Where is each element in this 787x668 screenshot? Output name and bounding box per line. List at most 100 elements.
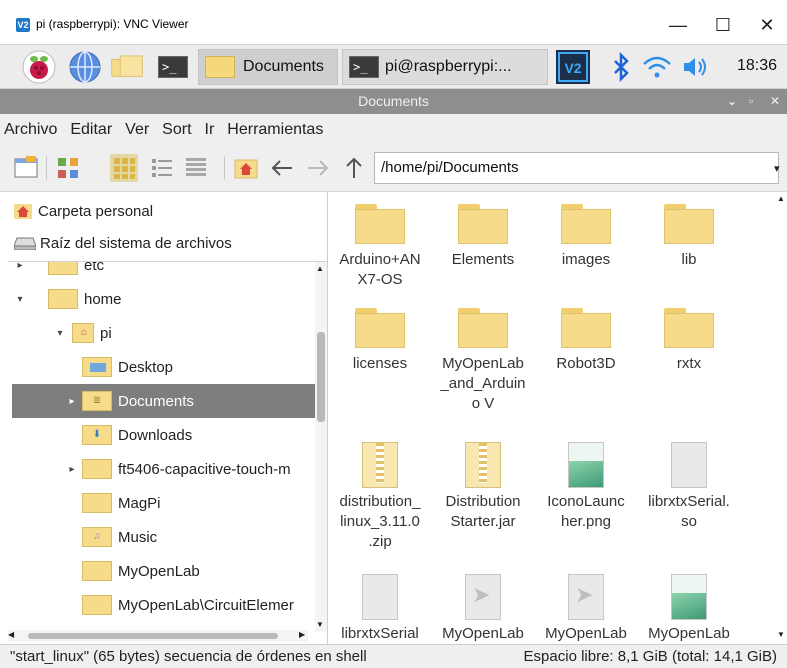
- back-arrow-icon[interactable]: [268, 154, 296, 182]
- folder-icon: [82, 459, 112, 479]
- new-window-icon[interactable]: [12, 154, 40, 182]
- folder-item[interactable]: Arduino+AN X7-OS: [330, 192, 430, 290]
- path-input[interactable]: /home/pi/Documents: [374, 152, 779, 184]
- tree-item-ft5406[interactable]: ▸ ft5406-capacitive-touch-m: [12, 452, 315, 486]
- tree-item-home[interactable]: ▾ home: [12, 282, 315, 316]
- file-item[interactable]: ➤ MyOpenLab: [536, 568, 636, 644]
- menu-sort[interactable]: Sort: [162, 121, 191, 139]
- file-item[interactable]: librxtxSerial. so: [639, 436, 739, 532]
- scroll-right-icon[interactable]: ▶: [299, 630, 305, 639]
- task-button-documents[interactable]: Documents: [198, 49, 338, 85]
- drive-icon: [14, 237, 36, 250]
- place-home[interactable]: Carpeta personal: [14, 198, 153, 224]
- maximize-button[interactable]: ☐: [703, 10, 743, 40]
- folder-icon: [664, 308, 714, 348]
- clock[interactable]: 18:36: [737, 57, 777, 75]
- file-item[interactable]: distribution_ linux_3.11.0 .zip: [330, 436, 430, 552]
- scroll-down-icon[interactable]: ▼: [777, 630, 785, 639]
- folder-item[interactable]: Robot3D: [536, 296, 636, 374]
- tree-horizontal-scrollbar[interactable]: ◀ ▶: [8, 630, 308, 642]
- view-compact-icon[interactable]: [148, 154, 176, 182]
- folder-item[interactable]: rxtx: [639, 296, 739, 374]
- window-title: pi (raspberrypi): VNC Viewer: [36, 17, 189, 31]
- volume-icon[interactable]: [678, 50, 712, 84]
- terminal-launcher-icon[interactable]: >_: [158, 56, 188, 78]
- file-manager-launcher-icon[interactable]: [110, 50, 144, 84]
- file-item[interactable]: MyOpenLab: [639, 568, 739, 644]
- file-item[interactable]: IconoLaunc her.png: [536, 436, 636, 532]
- tree-item-downloads[interactable]: ⬇ Downloads: [12, 418, 315, 452]
- menu-editar[interactable]: Editar: [70, 121, 112, 139]
- item-label-line: librxtxSerial: [341, 625, 419, 642]
- place-root[interactable]: Raíz del sistema de archivos: [14, 230, 232, 256]
- tree-item-myopenlab-circuitelements[interactable]: MyOpenLab\CircuitElemer: [12, 588, 315, 622]
- expander-icon[interactable]: ▾: [12, 294, 28, 305]
- path-dropdown-icon[interactable]: ▾: [774, 162, 780, 175]
- tree-vertical-scrollbar[interactable]: ▲ ▼: [315, 262, 327, 632]
- close-button[interactable]: ✕: [747, 10, 787, 40]
- tree-item-myopenlab[interactable]: MyOpenLab: [12, 554, 315, 588]
- folder-item[interactable]: lib: [639, 192, 739, 270]
- scroll-left-icon[interactable]: ◀: [8, 630, 14, 639]
- item-label-line: her.png: [560, 513, 612, 530]
- side-pane: Carpeta personal Raíz del sistema de arc…: [0, 192, 328, 644]
- folder-item[interactable]: Elements: [433, 192, 533, 270]
- folder-item[interactable]: licenses: [330, 296, 430, 374]
- tree-item-pi[interactable]: ▾ ⌂ pi: [12, 316, 315, 350]
- folder-item[interactable]: MyOpenLab _and_Arduin o V: [433, 296, 533, 414]
- scroll-down-icon[interactable]: ▼: [316, 620, 324, 629]
- file-item[interactable]: librxtxSerial: [330, 568, 430, 644]
- maximize-icon[interactable]: ▫: [749, 89, 753, 114]
- tree-item-etc[interactable]: ▸ etc: [12, 262, 315, 282]
- file-view-scrollbar[interactable]: ▲ ▼: [777, 192, 787, 644]
- expander-icon[interactable]: ▸: [64, 464, 80, 475]
- free-space-status: Espacio libre: 8,1 GiB (total: 14,1 GiB): [523, 648, 777, 665]
- view-thumbnails-icon[interactable]: [110, 154, 138, 182]
- expander-icon[interactable]: ▾: [52, 328, 68, 339]
- expander-icon[interactable]: ▸: [12, 262, 28, 271]
- task-button-terminal[interactable]: >_ pi@raspberrypi:...: [342, 49, 548, 85]
- minimize-button[interactable]: —: [658, 10, 698, 40]
- scroll-up-icon[interactable]: ▲: [316, 264, 324, 273]
- item-label-line: Robot3D: [556, 355, 616, 372]
- item-label-line: licenses: [352, 355, 408, 372]
- tree-item-music[interactable]: ♫ Music: [12, 520, 315, 554]
- archive-file-icon: [362, 442, 398, 488]
- tree-item-magpi[interactable]: MagPi: [12, 486, 315, 520]
- home-folder-icon: ⌂: [72, 323, 94, 343]
- folder-item[interactable]: images: [536, 192, 636, 270]
- scroll-up-icon[interactable]: ▲: [777, 194, 785, 203]
- menu-ver[interactable]: Ver: [125, 121, 149, 139]
- wifi-icon[interactable]: [640, 50, 674, 84]
- item-label-line: librxtxSerial.: [648, 493, 730, 510]
- menu-herramientas[interactable]: Herramientas: [227, 121, 323, 139]
- directory-tree: ▸ etc ▾ home ▾ ⌂ pi Desktop ▸ ≣ Document…: [12, 262, 315, 632]
- view-list-icon[interactable]: [182, 154, 210, 182]
- tree-item-label: Downloads: [118, 426, 193, 444]
- vnc-icon[interactable]: V2: [555, 49, 591, 85]
- tree-item-label: ft5406-capacitive-touch-m: [118, 460, 291, 478]
- file-item[interactable]: ➤ MyOpenLab: [433, 568, 533, 644]
- forward-arrow-icon[interactable]: [304, 154, 332, 182]
- view-icons-icon[interactable]: [54, 154, 82, 182]
- item-label-line: MyOpenLab: [648, 625, 730, 642]
- tree-item-documents[interactable]: ▸ ≣ Documents: [12, 384, 315, 418]
- expander-icon[interactable]: ▸: [64, 396, 80, 407]
- close-icon[interactable]: ✕: [770, 89, 780, 114]
- menu-ir[interactable]: Ir: [205, 121, 215, 139]
- place-label: Carpeta personal: [38, 202, 154, 220]
- tree-item-desktop[interactable]: Desktop: [12, 350, 315, 384]
- file-item[interactable]: Distribution Starter.jar: [433, 436, 533, 532]
- tree-item-label: Documents: [118, 392, 194, 410]
- raspberry-menu-icon[interactable]: [22, 50, 56, 84]
- home-icon[interactable]: [232, 154, 260, 182]
- scroll-thumb[interactable]: [28, 633, 278, 639]
- chevron-down-icon[interactable]: ⌄: [727, 89, 737, 114]
- scroll-thumb[interactable]: [317, 332, 325, 422]
- menu-archivo[interactable]: Archivo: [4, 121, 57, 139]
- item-label-line: MyOpenLab: [545, 625, 627, 642]
- web-browser-icon[interactable]: [68, 50, 102, 84]
- up-arrow-icon[interactable]: [340, 154, 368, 182]
- folder-icon: [82, 561, 112, 581]
- bluetooth-icon[interactable]: [604, 50, 638, 84]
